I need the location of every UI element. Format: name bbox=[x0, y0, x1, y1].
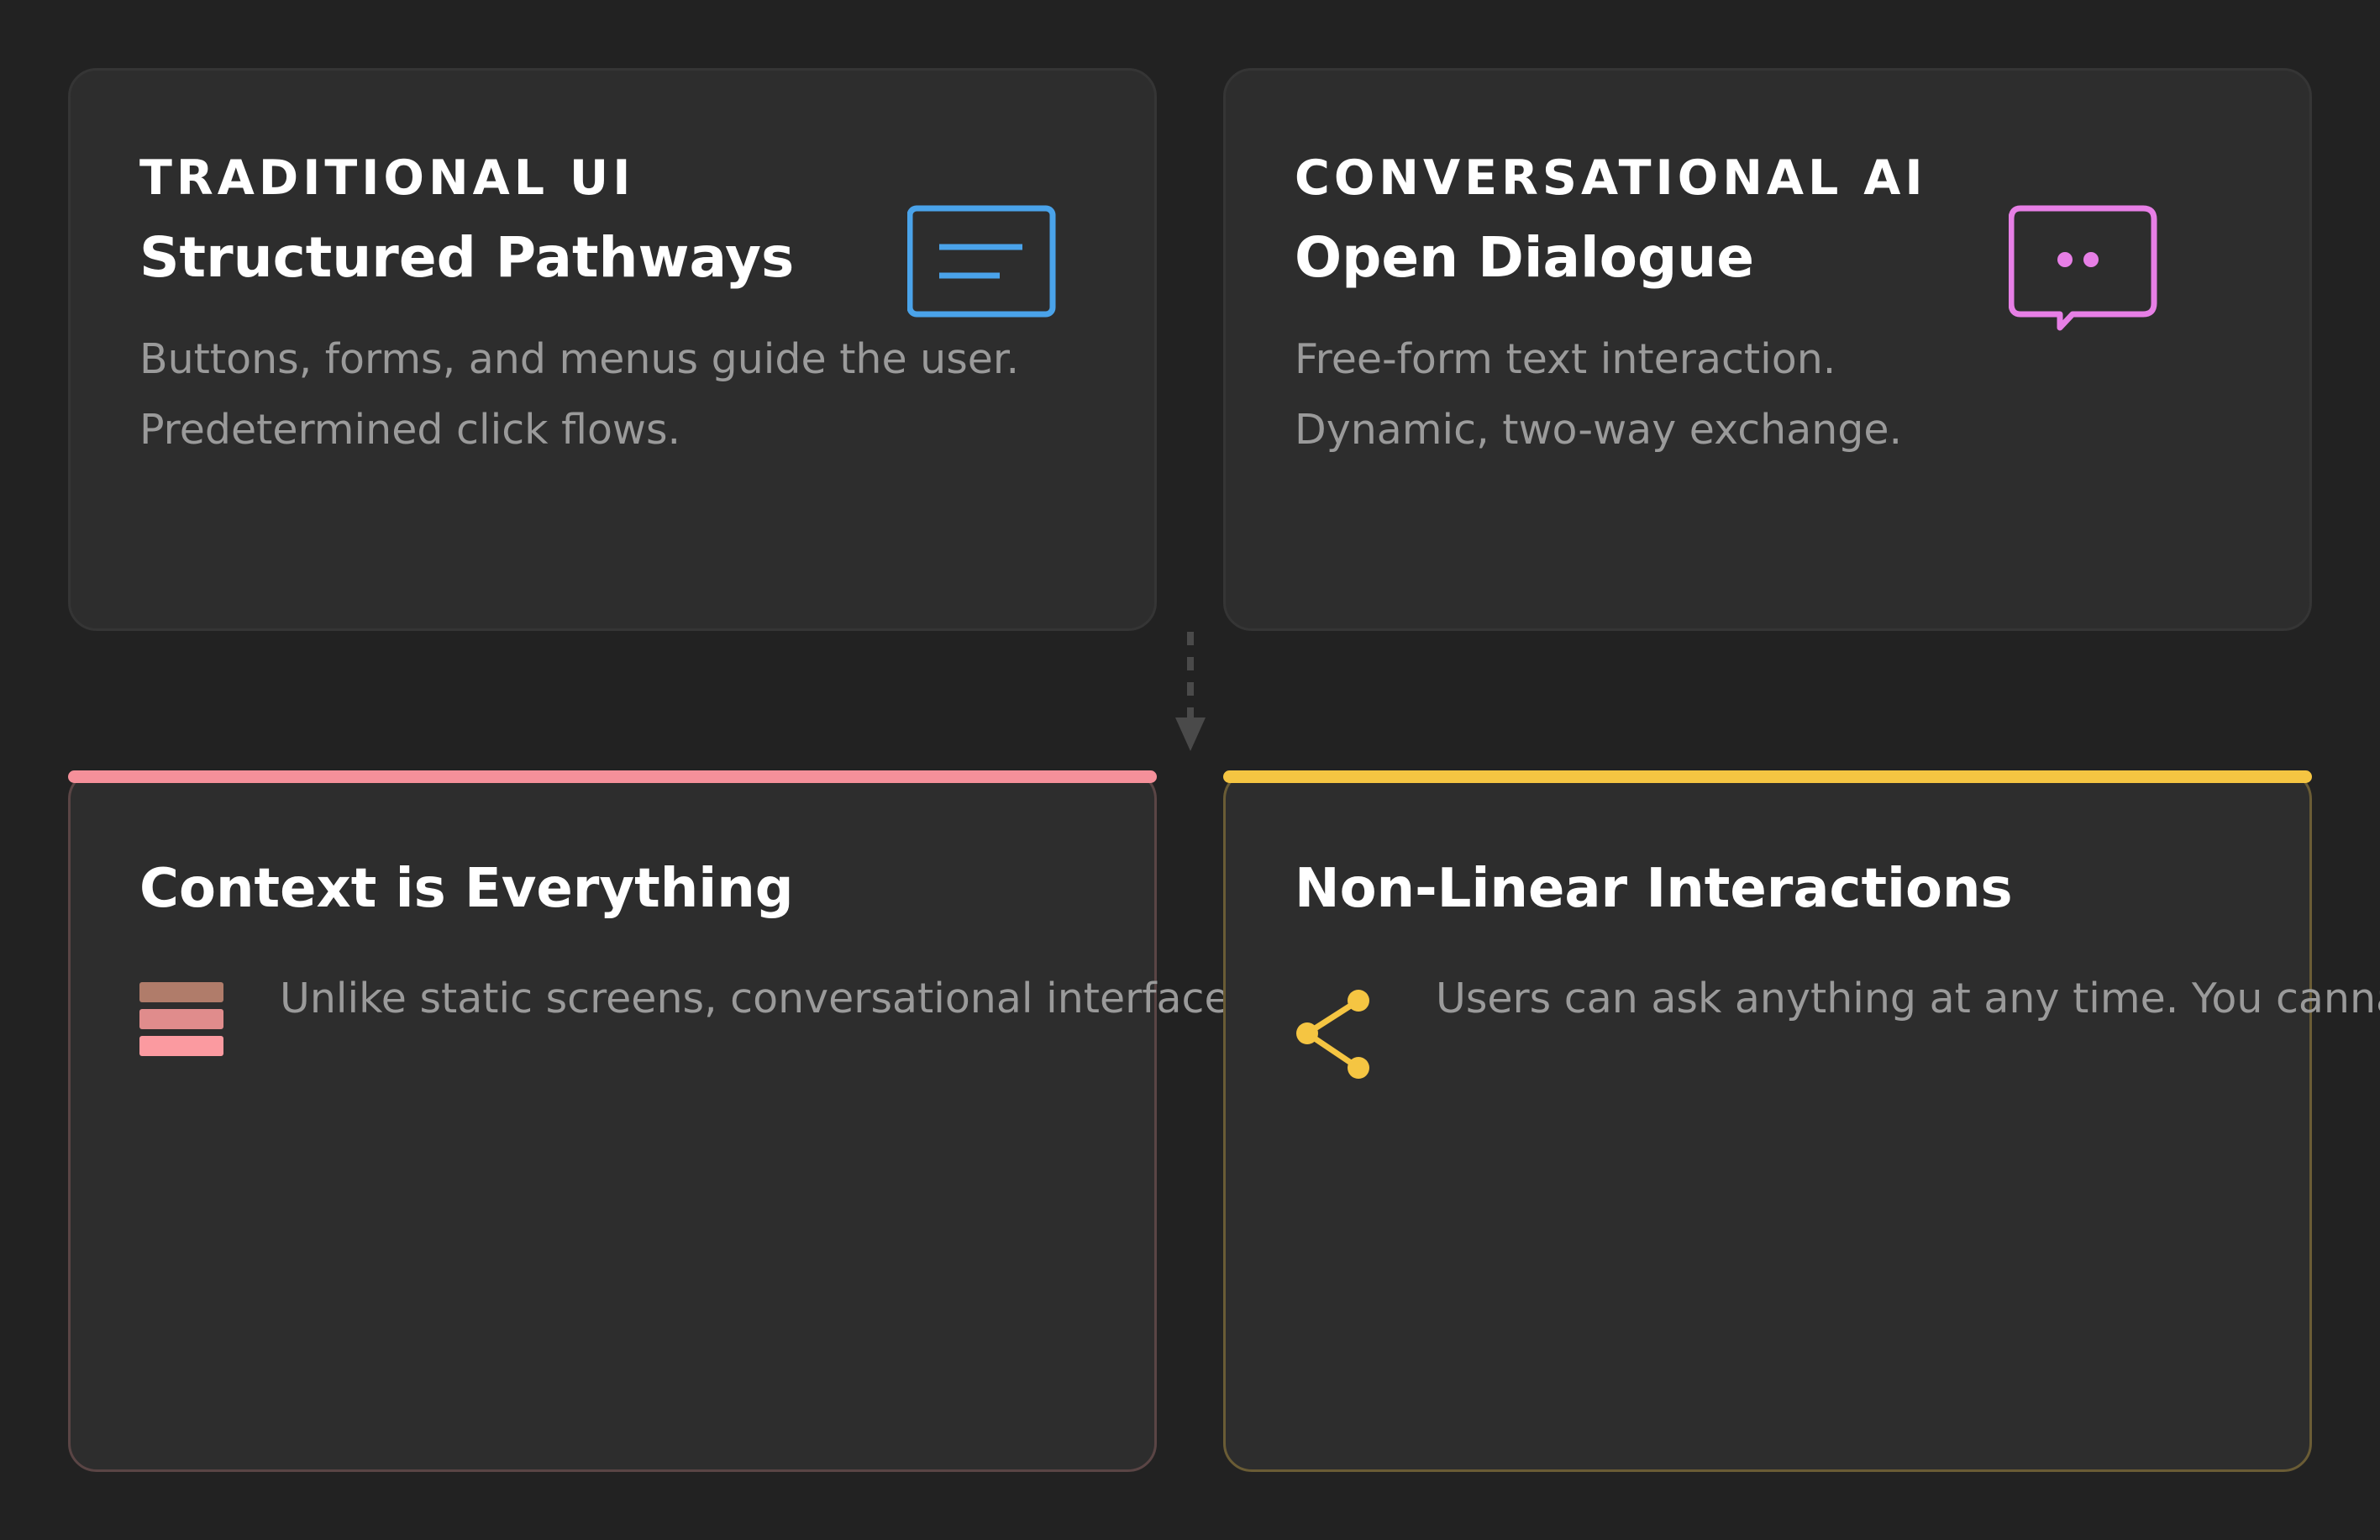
stack-layers-icon bbox=[139, 982, 223, 1056]
accent-bar bbox=[1223, 770, 2312, 783]
nonlinear-card: Non-Linear Interactions Users can ask an… bbox=[1223, 770, 2380, 1472]
card-kicker: CONVERSATIONAL AI bbox=[1295, 150, 1927, 206]
card-title: Structured Pathways bbox=[139, 225, 795, 290]
card-description: Buttons, forms, and menus guide the user… bbox=[139, 324, 1019, 465]
traditional-ui-card: TRADITIONAL UI Structured Pathways Butto… bbox=[68, 68, 1157, 631]
card-description: Free-form text interaction. Dynamic, two… bbox=[1295, 324, 1902, 465]
card-kicker: TRADITIONAL UI bbox=[139, 150, 635, 206]
card-body-text: Users can ask anything at any time. You … bbox=[1436, 975, 2380, 1022]
conversational-ai-card: CONVERSATIONAL AI Open Dialogue Free-for… bbox=[1223, 68, 2312, 631]
card-title: Open Dialogue bbox=[1295, 225, 1754, 290]
description-line: Dynamic, two-way exchange. bbox=[1295, 406, 1903, 454]
description-line: Buttons, forms, and menus guide the user… bbox=[139, 335, 1020, 383]
card-title: Non-Linear Interactions bbox=[1295, 858, 2013, 920]
description-line: Predetermined click flows. bbox=[139, 406, 681, 454]
share-nodes-icon bbox=[1296, 990, 1369, 1079]
card-title: Context is Everything bbox=[139, 858, 794, 920]
down-arrow-connector bbox=[1175, 632, 1206, 751]
text-window-icon bbox=[907, 205, 1056, 318]
description-line: Free-form text interaction. bbox=[1295, 335, 1836, 383]
diagram-canvas: TRADITIONAL UI Structured Pathways Butto… bbox=[0, 0, 2380, 1540]
context-card: Context is Everything Unlike static scre… bbox=[68, 770, 1281, 1472]
accent-bar bbox=[68, 770, 1157, 783]
chat-bubble-icon bbox=[2009, 205, 2157, 331]
card-body-text: Unlike static screens, conversational in… bbox=[280, 975, 1281, 1022]
